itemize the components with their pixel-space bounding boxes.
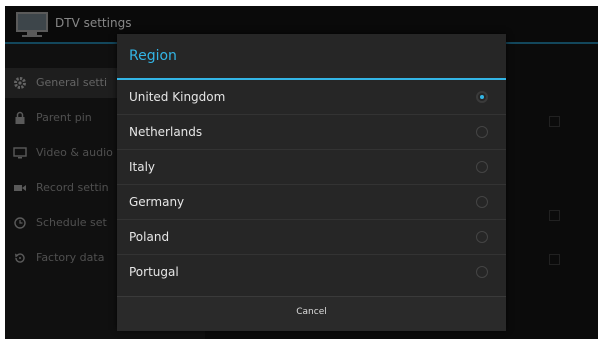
region-option-united-kingdom[interactable]: United Kingdom (117, 80, 506, 114)
region-option-poland[interactable]: Poland (117, 220, 506, 254)
region-option-netherlands[interactable]: Netherlands (117, 115, 506, 149)
radio-unselected-icon[interactable] (476, 126, 488, 138)
option-label: Germany (129, 195, 185, 209)
region-option-italy[interactable]: Italy (117, 150, 506, 184)
option-label: Poland (129, 230, 170, 244)
dialog-title: Region (129, 48, 177, 64)
radio-unselected-icon[interactable] (476, 196, 488, 208)
option-label: Netherlands (129, 125, 203, 139)
option-label: Italy (129, 160, 156, 174)
radio-unselected-icon[interactable] (476, 161, 488, 173)
radio-selected-icon[interactable] (476, 91, 488, 103)
radio-unselected-icon[interactable] (476, 266, 488, 278)
radio-unselected-icon[interactable] (476, 231, 488, 243)
cancel-button[interactable]: Cancel (117, 296, 506, 331)
option-label: Portugal (129, 265, 179, 279)
region-option-germany[interactable]: Germany (117, 185, 506, 219)
region-dialog: Region United Kingdom Netherlands Italy … (117, 34, 506, 331)
app-screen: DTV settings General setti Parent pin Vi… (5, 6, 598, 339)
option-label: United Kingdom (129, 90, 226, 104)
cancel-label: Cancel (296, 307, 327, 317)
region-option-portugal[interactable]: Portugal (117, 255, 506, 289)
